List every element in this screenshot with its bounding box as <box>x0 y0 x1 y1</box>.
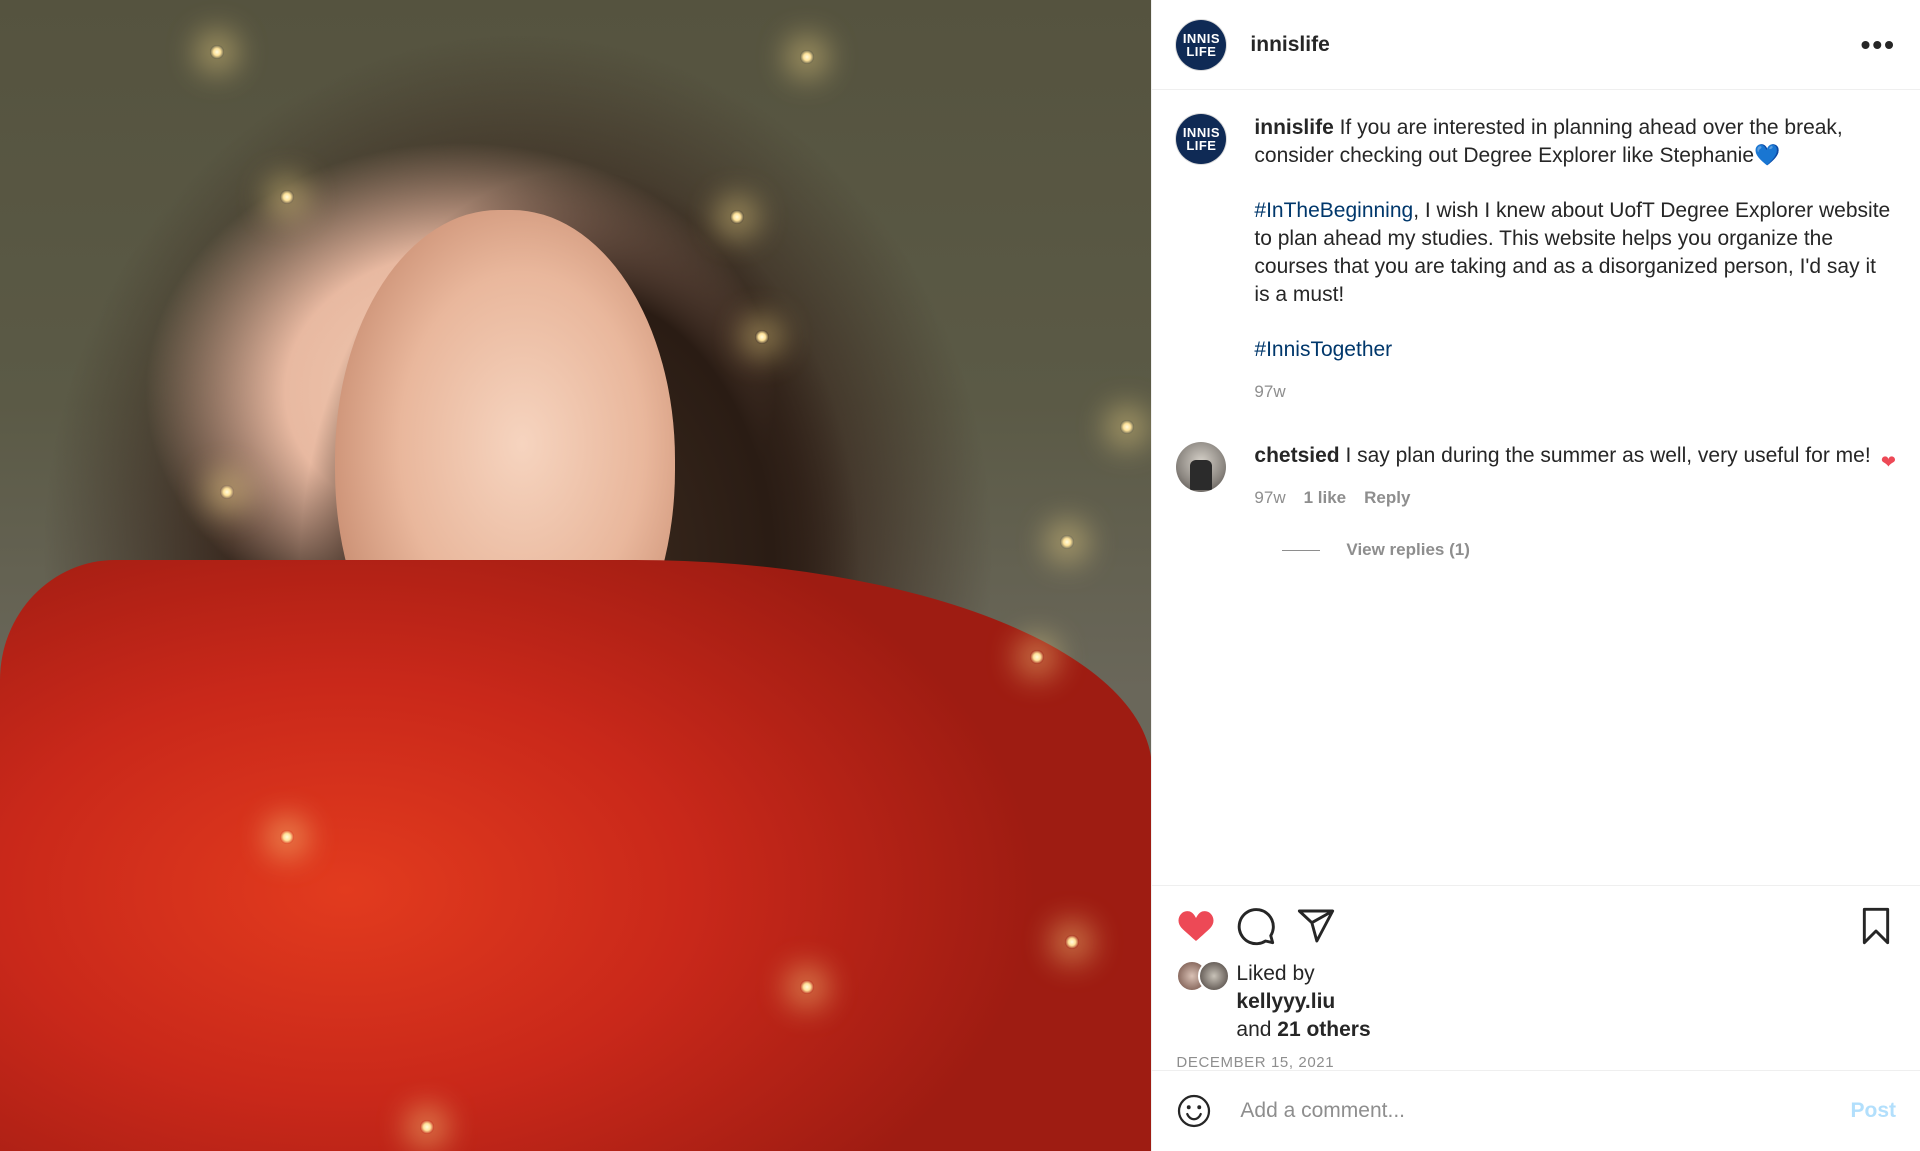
comment-entry: chetsied I say plan during the summer as… <box>1226 442 1896 512</box>
comment-text-line: chetsied I say plan during the summer as… <box>1254 442 1881 470</box>
avatar-text-bottom: LIFE <box>1186 43 1217 59</box>
liked-by-prefix: Liked by <box>1236 962 1315 985</box>
post-container: INNIS LIFE innislife ••• INNIS LIFE inni… <box>0 0 1920 1151</box>
account-avatar[interactable]: INNIS LIFE <box>1176 19 1227 70</box>
caption-age[interactable]: 97w <box>1254 378 1285 406</box>
comment-bubble-icon[interactable] <box>1236 906 1276 946</box>
fairy-light <box>280 830 294 844</box>
fairy-light <box>1030 650 1044 664</box>
fairy-light <box>800 50 814 64</box>
caption-username[interactable]: innislife <box>1254 116 1333 139</box>
comment-body: chetsied I say plan during the summer as… <box>1254 442 1881 512</box>
fairy-light <box>800 980 814 994</box>
hashtag-in-the-beginning[interactable]: #InTheBeginning <box>1254 199 1413 222</box>
avatar-text-top: INNIS <box>1182 30 1220 46</box>
fairy-light <box>280 190 294 204</box>
comment-input[interactable] <box>1238 1098 1851 1124</box>
blue-heart-emoji: 💙 <box>1754 144 1781 167</box>
caption-body: innislife If you are interested in plann… <box>1254 114 1896 406</box>
action-icons <box>1176 904 1896 948</box>
caption-avatar[interactable]: INNIS LIFE <box>1176 114 1227 164</box>
fairy-light <box>220 485 234 499</box>
comment-meta: 97w 1 like Reply <box>1254 484 1881 512</box>
comment-username[interactable]: chetsied <box>1254 444 1339 467</box>
caption-paragraph-1: innislife If you are interested in plann… <box>1254 114 1896 170</box>
view-replies-button[interactable]: View replies (1) <box>1282 540 1896 560</box>
like-heart-icon[interactable] <box>1176 906 1216 946</box>
liked-by-user[interactable]: kellyyy.liu <box>1236 990 1335 1013</box>
emoji-smiley-icon[interactable] <box>1176 1093 1212 1129</box>
header-username[interactable]: innislife <box>1250 33 1860 57</box>
fairy-light <box>1065 935 1079 949</box>
comments-section: INNIS LIFE innislife If you are interest… <box>1152 90 1920 885</box>
post-side-panel: INNIS LIFE innislife ••• INNIS LIFE inni… <box>1151 0 1920 1151</box>
likes-summary: Liked by kellyyy.liu and 21 others <box>1176 960 1896 1044</box>
liker-avatars <box>1176 960 1232 1044</box>
caption: INNIS LIFE innislife If you are interest… <box>1176 114 1896 406</box>
liked-by-and: and <box>1236 1018 1278 1041</box>
comment-heart-icon[interactable]: ❤ <box>1881 452 1896 512</box>
post-photo[interactable] <box>0 0 1152 1151</box>
caption-meta: 97w <box>1254 378 1896 406</box>
hashtag-innis-together[interactable]: #InnisTogether <box>1254 338 1392 361</box>
fairy-light <box>730 210 744 224</box>
liked-by-others[interactable]: 21 others <box>1277 1018 1370 1041</box>
comment-age[interactable]: 97w <box>1254 484 1285 512</box>
caption-paragraph-2: #InTheBeginning, I wish I knew about Uof… <box>1254 197 1896 309</box>
comment-text: I say plan during the summer as well, ve… <box>1339 444 1871 467</box>
fairy-light <box>755 330 769 344</box>
comment-like-count[interactable]: 1 like <box>1304 484 1347 512</box>
add-comment-bar: Post <box>1152 1070 1920 1151</box>
comment-item: chetsied I say plan during the summer as… <box>1176 442 1896 512</box>
fairy-light <box>210 45 224 59</box>
replies-divider <box>1282 549 1321 551</box>
fairy-light <box>1120 420 1134 434</box>
save-bookmark-icon[interactable] <box>1856 906 1896 946</box>
commenter-avatar[interactable] <box>1176 442 1227 492</box>
share-send-icon[interactable] <box>1296 906 1336 946</box>
view-replies-label: View replies (1) <box>1346 540 1470 559</box>
fairy-light <box>420 1120 434 1134</box>
post-date[interactable]: DECEMBER 15, 2021 <box>1176 1054 1896 1071</box>
photo-sweater <box>0 560 1152 1151</box>
post-header: INNIS LIFE innislife ••• <box>1152 0 1920 90</box>
caption-paragraph-3: #InnisTogether <box>1254 336 1896 364</box>
more-options-icon[interactable]: ••• <box>1861 30 1896 59</box>
liker-avatar[interactable] <box>1198 960 1231 992</box>
liked-by-text: Liked by kellyyy.liu and 21 others <box>1236 960 1370 1044</box>
avatar-text-bottom: LIFE <box>1186 138 1217 153</box>
actions-area: Liked by kellyyy.liu and 21 others DECEM… <box>1152 885 1920 1071</box>
fairy-light <box>1060 535 1074 549</box>
post-comment-button[interactable]: Post <box>1850 1099 1896 1123</box>
reply-button[interactable]: Reply <box>1364 484 1410 512</box>
